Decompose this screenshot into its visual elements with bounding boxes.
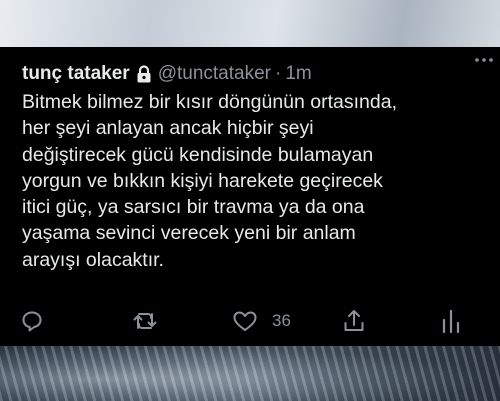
background-top: [0, 0, 500, 48]
share-icon: [342, 308, 366, 334]
lock-icon: [136, 65, 152, 83]
tweet-text-line: yorgun ve bıkkın kişiyi harekete geçirec…: [22, 169, 383, 192]
retweet-icon: [132, 309, 158, 333]
action-bar: 36: [0, 307, 500, 335]
analytics-button[interactable]: [440, 307, 462, 335]
tweet-header: tunç tataker @tunctataker · 1m: [22, 61, 486, 87]
tweet-text-line: yaşama sevinci verecek yeni bir anlam: [22, 222, 356, 245]
tweet-text-line: her şeyi anlayan ancak hiçbir şeyi: [22, 117, 314, 140]
handle[interactable]: @tunctataker: [158, 63, 271, 85]
separator: ·: [275, 63, 282, 84]
timestamp[interactable]: 1m: [285, 63, 311, 85]
share-button[interactable]: [342, 307, 366, 335]
display-name[interactable]: tunç tataker: [22, 63, 130, 85]
tweet-text: Bitmek bilmez bir kısır döngünün ortasın…: [22, 89, 482, 273]
like-count: 36: [272, 311, 291, 330]
analytics-icon: [440, 308, 462, 334]
retweet-button[interactable]: [132, 307, 158, 335]
tweet-text-line: Bitmek bilmez bir kısır döngünün ortasın…: [22, 91, 398, 113]
reply-icon: [20, 309, 44, 333]
tweet-text-line: itici güç, ya sarsıcı bir travma ya da o…: [22, 196, 365, 219]
like-icon: [232, 309, 258, 333]
tweet-text-line: arayışı olacaktır.: [22, 248, 164, 271]
tweet-card: tunç tataker @tunctataker · 1m Bitmek bi…: [0, 47, 500, 347]
more-icon[interactable]: [472, 51, 496, 69]
background-bottom: [0, 346, 500, 401]
like-button[interactable]: 36: [232, 307, 291, 335]
tweet-text-line: değiştirecek gücü kendisinde bulamayan: [22, 143, 374, 166]
reply-button[interactable]: [20, 307, 44, 335]
